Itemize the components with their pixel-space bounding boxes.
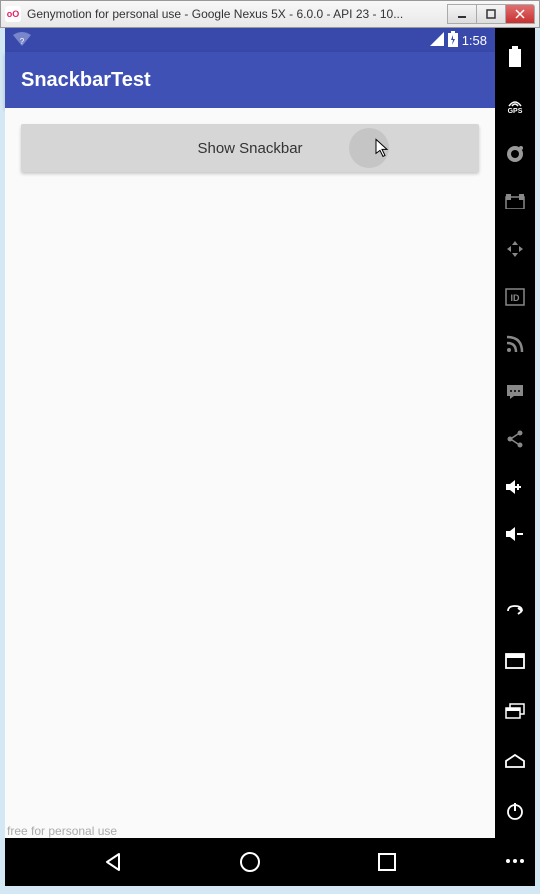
watermark-text: free for personal use (7, 824, 117, 838)
capture-sidebar-icon[interactable] (504, 192, 526, 212)
minimize-button[interactable] (447, 4, 477, 24)
window-title: Genymotion for personal use - Google Nex… (27, 7, 448, 21)
sms-sidebar-icon[interactable] (504, 382, 526, 402)
window-titlebar: oO Genymotion for personal use - Google … (0, 0, 540, 28)
svg-text:ID: ID (511, 293, 521, 303)
app-bar: SnackbarTest (5, 52, 495, 108)
volume-up-sidebar-icon[interactable] (504, 477, 526, 497)
battery-charging-icon (448, 31, 458, 50)
emulator-sidebar: GPS ID (495, 28, 535, 886)
camera-sidebar-icon[interactable] (504, 144, 526, 164)
emulator-frame: ? 1:58 SnackbarTest Show Snackbar (5, 28, 535, 886)
gps-sidebar-icon[interactable]: GPS (504, 96, 526, 116)
nav-home-button[interactable] (235, 847, 265, 877)
android-status-bar[interactable]: ? 1:58 (5, 28, 495, 52)
app-icon: oO (5, 6, 21, 22)
maximize-button[interactable] (476, 4, 506, 24)
button-label: Show Snackbar (197, 140, 302, 157)
show-snackbar-button[interactable]: Show Snackbar (21, 124, 479, 172)
app-title: SnackbarTest (21, 69, 151, 92)
ripple-effect (349, 128, 389, 168)
more-sidebar-icon[interactable] (504, 850, 526, 872)
home-outline-sidebar-icon[interactable] (504, 750, 526, 772)
battery-sidebar-icon[interactable] (504, 46, 526, 68)
wifi-icon: ? (13, 32, 31, 49)
main-content: Show Snackbar (5, 108, 495, 838)
close-button[interactable] (505, 4, 535, 24)
nav-recents-button[interactable] (372, 847, 402, 877)
rss-sidebar-icon[interactable] (504, 335, 526, 355)
nav-back-button[interactable] (98, 847, 128, 877)
device-screen: ? 1:58 SnackbarTest Show Snackbar (5, 28, 495, 886)
volume-down-sidebar-icon[interactable] (504, 525, 526, 545)
id-sidebar-icon[interactable]: ID (504, 287, 526, 307)
share-sidebar-icon[interactable] (504, 430, 526, 450)
move-sidebar-icon[interactable] (504, 239, 526, 259)
svg-text:?: ? (20, 37, 25, 46)
signal-icon (430, 32, 444, 49)
android-nav-bar (5, 838, 495, 886)
gps-label: GPS (508, 108, 523, 115)
rotate-sidebar-icon[interactable] (504, 600, 526, 622)
window-controls (448, 4, 535, 24)
power-sidebar-icon[interactable] (504, 800, 526, 822)
window-restore-sidebar-icon[interactable] (504, 700, 526, 722)
status-time: 1:58 (462, 33, 487, 48)
window-max-sidebar-icon[interactable] (504, 650, 526, 672)
